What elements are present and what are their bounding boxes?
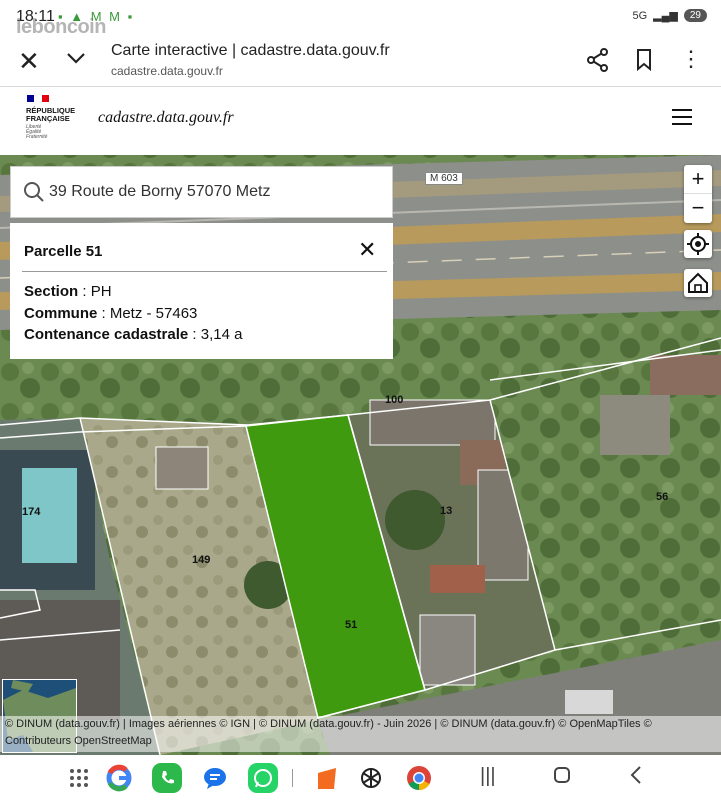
android-nav-bar: ||| <box>0 755 721 800</box>
parcel-label[interactable]: 174 <box>22 506 40 518</box>
parcel-label[interactable]: 149 <box>192 554 210 566</box>
chevron-down-icon[interactable] <box>66 46 86 76</box>
zoom-out-button[interactable]: − <box>684 194 712 222</box>
parcel-label[interactable]: 13 <box>440 505 452 517</box>
site-header: RÉPUBLIQUE FRANÇAISE Liberté Égalité Fra… <box>0 87 721 155</box>
back-icon[interactable] <box>628 765 644 791</box>
panel-divider <box>22 271 387 272</box>
hamburger-menu-icon[interactable] <box>672 109 692 130</box>
zoom-control: + − <box>684 165 712 223</box>
whatsapp-icon[interactable] <box>248 763 278 793</box>
french-flag-icon <box>27 95 49 102</box>
battery-icon: 29 <box>683 9 707 22</box>
republique-motto: Liberté Égalité Fraternité <box>26 124 48 140</box>
google-icon[interactable] <box>104 763 134 793</box>
page-url[interactable]: cadastre.data.gouv.fr <box>111 64 223 78</box>
parcel-info-panel: Parcelle 51 ✕ Section : PH Commune : Met… <box>10 223 393 359</box>
apps-grid-icon[interactable] <box>64 763 94 793</box>
browser-toolbar: ✕ Carte interactive | cadastre.data.gouv… <box>0 36 721 86</box>
home-system-icon[interactable] <box>552 765 572 791</box>
search-icon[interactable] <box>23 181 45 208</box>
parcel-label[interactable]: 51 <box>345 619 357 631</box>
bookmark-icon[interactable] <box>635 48 653 77</box>
contenance-row: Contenance cadastrale : 3,14 a <box>24 326 243 343</box>
chatgpt-icon[interactable] <box>356 763 386 793</box>
locate-icon <box>687 233 709 255</box>
section-row: Section : PH <box>24 283 112 300</box>
site-logo[interactable]: cadastre.data.gouv.fr <box>98 109 234 127</box>
republique-logo[interactable]: RÉPUBLIQUE FRANÇAISE <box>26 107 75 123</box>
recent-apps-icon[interactable]: ||| <box>480 765 496 788</box>
panel-title: Parcelle 51 <box>24 243 103 260</box>
page-title: Carte interactive | cadastre.data.gouv.f… <box>111 42 390 59</box>
share-icon[interactable] <box>587 48 609 77</box>
road-label: M 603 <box>425 172 463 185</box>
orange-app-icon[interactable] <box>312 763 342 793</box>
geolocate-button[interactable] <box>684 230 712 258</box>
search-box[interactable]: 39 Route de Borny 57070 Metz <box>10 166 393 218</box>
commune-row: Commune : Metz - 57463 <box>24 305 198 322</box>
zoom-in-button[interactable]: + <box>684 165 712 194</box>
close-panel-icon[interactable]: ✕ <box>358 237 376 263</box>
status-bar: 18:11 ▪ ▲ M M ▪ leboncoin 5G ▂▄▆ 29 <box>0 0 721 38</box>
search-input[interactable]: 39 Route de Borny 57070 Metz <box>49 183 270 201</box>
status-indicators: 5G ▂▄▆ 29 <box>632 9 707 22</box>
signal-icon: ▂▄▆ <box>653 10 678 22</box>
network-label: 5G <box>632 9 648 22</box>
nav-divider <box>292 769 293 787</box>
phone-icon[interactable] <box>152 763 182 793</box>
map-attribution: © DINUM (data.gouv.fr) | Images aérienne… <box>0 716 721 752</box>
more-options-icon[interactable]: ⋮ <box>680 46 702 72</box>
messages-icon[interactable] <box>200 763 230 793</box>
parcel-label[interactable]: 56 <box>656 491 668 503</box>
parcel-label[interactable]: 100 <box>385 394 403 406</box>
home-icon <box>688 272 708 293</box>
close-icon[interactable]: ✕ <box>18 46 40 77</box>
home-button[interactable] <box>684 269 712 297</box>
chrome-icon[interactable] <box>404 763 434 793</box>
